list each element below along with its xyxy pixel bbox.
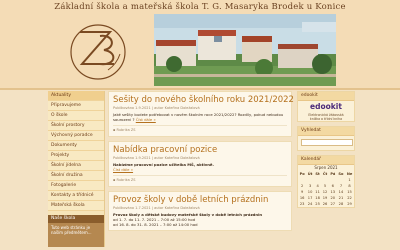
calendar-day[interactable]: 24 — [306, 201, 314, 207]
nav-item-skolni-druzina[interactable]: Školní družina — [48, 171, 104, 181]
post: Sešity do nového školního roku 2021/2022… — [108, 91, 294, 137]
school-logo[interactable] — [66, 14, 130, 86]
nav-info-box-text: Tuto web stránku je naším předmětem... — [51, 225, 92, 235]
folder-icon: ▪ — [113, 178, 116, 182]
post-category[interactable]: Rubrika ZS — [117, 178, 136, 182]
school-building-photo — [154, 14, 336, 86]
edookit-widget: edookit edookit Elektronická žákovská kn… — [297, 91, 355, 122]
posts-column: Sešity do nového školního roku 2021/2022… — [108, 91, 294, 235]
calendar-widget-title: Kalendář — [298, 156, 354, 165]
calendar-day[interactable]: 25 — [314, 201, 321, 207]
post-title[interactable]: Provoz školy v době letních prázdnin — [113, 195, 287, 205]
nav-item-dokumenty[interactable]: Dokumenty — [48, 141, 104, 151]
nav-item-skolni-jidelna[interactable]: Školní jídelna — [48, 161, 104, 171]
nav-item-materska-skola[interactable]: Mateřská škola — [48, 201, 104, 211]
calendar-day[interactable]: 28 — [337, 201, 345, 207]
calendar-day[interactable]: 26 — [321, 201, 328, 207]
nav-item-vychovny-poradce[interactable]: Výchovný poradce — [48, 131, 104, 141]
header: Základní škola a mateřská škola T. G. Ma… — [0, 0, 400, 90]
calendar-day[interactable]: 29 — [345, 201, 354, 207]
post-body: Jaké sešity budete potřebovat v novém šk… — [113, 112, 287, 122]
post: Provoz školy v době letních prázdnin Pub… — [108, 191, 292, 231]
edookit-widget-title: edookit — [298, 92, 354, 101]
right-sidebar: edookit edookit Elektronická žákovská kn… — [297, 91, 355, 212]
nav-item-skolni-prostory[interactable]: Školní prostory — [48, 121, 104, 131]
header-divider — [0, 88, 400, 90]
post-title[interactable]: Sešity do nového školního roku 2021/2022 — [113, 95, 294, 105]
site-title[interactable]: Základní škola a mateřská škola T. G. Ma… — [0, 2, 400, 12]
nav-item-projekty[interactable]: Projekty — [48, 151, 104, 161]
read-more-link[interactable]: Číst dále » — [113, 167, 133, 172]
post-footer: ▪ Rubrika ZS — [113, 125, 287, 133]
search-input[interactable] — [301, 139, 353, 146]
post-category[interactable]: Rubrika ZS — [117, 128, 136, 132]
post-body: Provoz školy a dětské budovy mateřské šk… — [113, 212, 287, 227]
nav-info-box-title: Naše škola — [48, 215, 104, 223]
edookit-line: knížka a třídní kniha — [309, 117, 343, 121]
post-footer: ▪ Rubrika ZS — [113, 175, 287, 183]
calendar-table: Po Út St Čt Pá So Ne 1 2 3 4 5 6 7 8 9 1… — [298, 171, 354, 207]
nav-item-fotogalerie[interactable]: Fotogalerie — [48, 181, 104, 191]
post-meta: Publikováno 1.9.2021 | autor Kateřina Do… — [113, 106, 200, 110]
post-meta: Publikováno 1.9.2021 | autor Kateřina Do… — [113, 156, 200, 160]
calendar-day[interactable]: 23 — [298, 201, 306, 207]
post-title[interactable]: Nabídka pracovní pozice — [113, 145, 287, 155]
calendar-widget: Kalendář Srpen 2021 Po Út St Čt Pá So Ne… — [297, 155, 355, 208]
nav-info-box: Naše škola Tuto web stránku je naším pře… — [48, 215, 104, 247]
calendar-day[interactable]: 27 — [329, 201, 337, 207]
nav-item-kontakty[interactable]: Kontakty a třídnicé — [48, 191, 104, 201]
main-navigation: Aktuality Připravujeme O škole Školní pr… — [48, 91, 105, 247]
post-meta: Publikováno 1.7.2021 | autor Kateřina Do… — [113, 206, 200, 210]
edookit-logo[interactable]: edookit — [298, 101, 354, 113]
post-body: Nabízíme pracovní pozice učitelka MŠ, ak… — [113, 162, 287, 172]
search-widget-title: Vyhledat — [298, 127, 354, 136]
post: Nabídka pracovní pozice Publikováno 1.9.… — [108, 141, 292, 187]
folder-icon: ▪ — [113, 128, 116, 132]
nav-item-aktuality[interactable]: Aktuality — [48, 91, 104, 101]
nav-item-o-skole[interactable]: O škole — [48, 111, 104, 121]
read-more-link[interactable]: Číst dále » — [136, 117, 156, 122]
nav-item-pripravujeme[interactable]: Připravujeme — [48, 101, 104, 111]
search-widget: Vyhledat — [297, 126, 355, 151]
post-text-line: od 16. 8. do 31. 8. 2021 – 7:00 až 14:00… — [113, 222, 198, 227]
